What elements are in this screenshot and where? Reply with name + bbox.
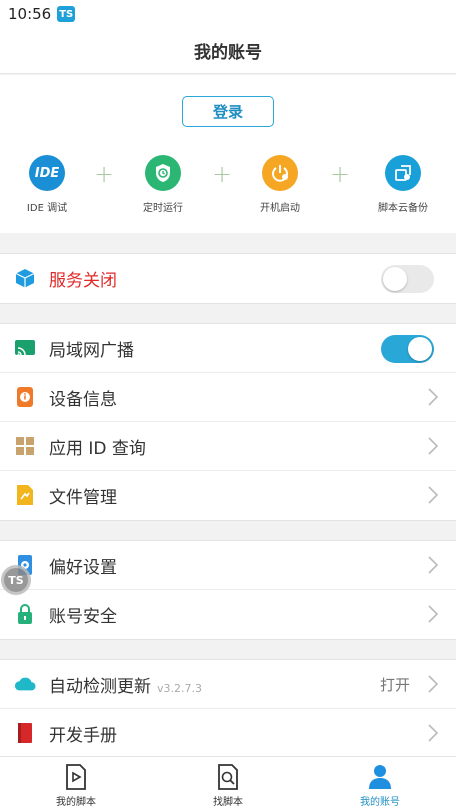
device-info-icon (14, 386, 36, 408)
tab-label: 我的脚本 (56, 797, 96, 808)
preferences-row[interactable]: 偏好设置 (0, 541, 456, 590)
settings-group-3: 自动检测更新 v3.2.7.3 打开 开发手册 (0, 659, 456, 759)
row-label: 局域网广播 (49, 340, 134, 361)
ts-notification-icon: TS (57, 6, 76, 22)
tab-my-account[interactable]: 我的账号 (304, 757, 456, 810)
tab-my-scripts[interactable]: 我的脚本 (0, 757, 152, 810)
chevron-right-icon (428, 724, 439, 742)
feature-label: 定时运行 (143, 203, 183, 214)
cloud-backup-icon (385, 155, 421, 191)
row-label: 应用 ID 查询 (49, 438, 146, 459)
feature-label: IDE 调试 (26, 203, 68, 214)
toggle-knob (383, 267, 407, 291)
auto-update-value: 打开 (379, 675, 410, 694)
bottom-nav: 我的脚本 找脚本 我的账号 (0, 756, 456, 810)
feature-label: 脚本云备份 (378, 203, 428, 214)
row-label: 偏好设置 (49, 557, 117, 578)
service-toggle[interactable] (381, 265, 434, 293)
feature-label: 开机启动 (260, 203, 300, 214)
account-card: 登录 IDE IDE 调试 + 定时运行 + 开机启动 + 脚本云备份 (0, 75, 456, 233)
ide-icon: IDE (29, 155, 65, 191)
row-label: 开发手册 (49, 726, 117, 746)
chevron-right-icon (428, 388, 439, 406)
login-button[interactable]: 登录 (182, 96, 274, 127)
row-label: 账号安全 (49, 607, 117, 627)
settings-group-1: 局域网广播 设备信息 应用 ID 查询 文件管理 (0, 323, 456, 521)
chevron-right-icon (428, 605, 439, 623)
version-text: v3.2.7.3 (157, 681, 202, 695)
plus-separator: + (330, 160, 351, 188)
cast-icon (14, 337, 36, 359)
cube-icon (14, 267, 36, 289)
row-label: 设备信息 (49, 389, 117, 410)
chevron-right-icon (428, 675, 439, 693)
feature-strip: IDE IDE 调试 + 定时运行 + 开机启动 + 脚本云备份 (0, 155, 456, 215)
toggle-knob (408, 337, 432, 361)
tab-find-scripts[interactable]: 找脚本 (152, 757, 304, 810)
shield-clock-icon (145, 155, 181, 191)
search-doc-icon (218, 764, 238, 790)
feature-boot-start[interactable]: 开机启动 (240, 155, 320, 214)
cloud-icon (14, 673, 36, 695)
row-label: 自动检测更新 v3.2.7.3 (49, 672, 202, 697)
feature-ide-debug[interactable]: IDE IDE 调试 (7, 155, 87, 214)
service-row[interactable]: 服务关闭 (0, 254, 456, 303)
status-time: 10:56 (8, 5, 52, 23)
service-group: 服务关闭 (0, 253, 456, 304)
feature-cloud-backup[interactable]: 脚本云备份 (363, 155, 443, 214)
auto-update-label: 自动检测更新 (49, 676, 151, 697)
dev-manual-row[interactable]: 开发手册 (0, 709, 456, 758)
page-title: 我的账号 (194, 43, 262, 63)
plus-separator: + (94, 160, 115, 188)
grid-icon (14, 435, 36, 457)
power-icon (262, 155, 298, 191)
feature-scheduled-run[interactable]: 定时运行 (123, 155, 203, 214)
user-icon (369, 765, 391, 789)
floating-ts-button[interactable]: TS (1, 565, 31, 595)
file-manager-row[interactable]: 文件管理 (0, 471, 456, 520)
book-icon (14, 722, 36, 744)
file-icon (14, 484, 36, 506)
account-security-row[interactable]: 账号安全 (0, 590, 456, 639)
settings-group-2: 偏好设置 账号安全 (0, 540, 456, 640)
chevron-right-icon (428, 556, 439, 574)
status-bar: 10:56 TS (0, 0, 456, 28)
chevron-right-icon (428, 437, 439, 455)
tab-label: 找脚本 (213, 797, 243, 808)
lan-broadcast-toggle[interactable] (381, 335, 434, 363)
service-label: 服务关闭 (49, 271, 117, 291)
device-info-row[interactable]: 设备信息 (0, 373, 456, 422)
lock-icon (14, 603, 36, 625)
tab-label: 我的账号 (360, 797, 400, 808)
plus-separator: + (212, 160, 233, 188)
script-play-icon (66, 764, 86, 790)
chevron-right-icon (428, 486, 439, 504)
app-id-query-row[interactable]: 应用 ID 查询 (0, 422, 456, 471)
title-bar: 我的账号 (0, 28, 456, 74)
row-label: 文件管理 (49, 488, 117, 508)
auto-update-row[interactable]: 自动检测更新 v3.2.7.3 打开 (0, 660, 456, 709)
lan-broadcast-row[interactable]: 局域网广播 (0, 324, 456, 373)
